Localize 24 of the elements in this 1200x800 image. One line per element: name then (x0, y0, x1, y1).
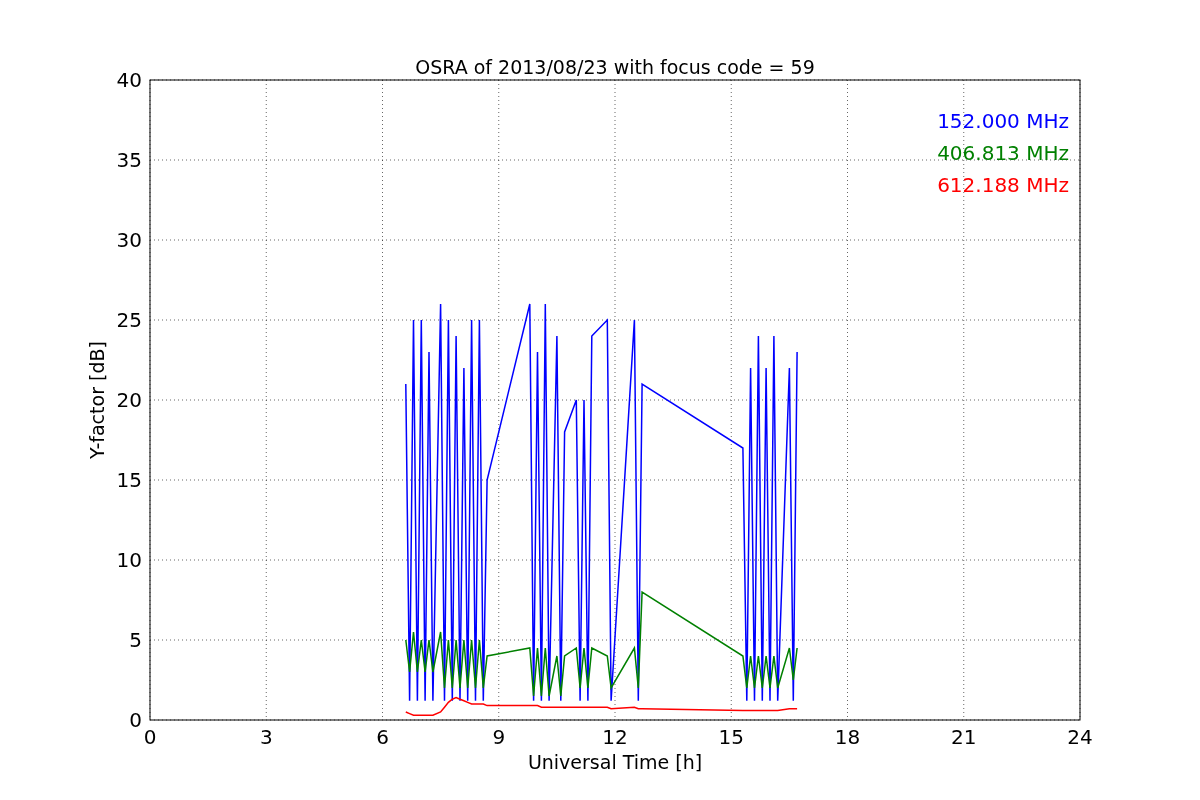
tick-label: 12 (602, 725, 628, 749)
tick-label: 18 (834, 725, 861, 749)
tick-label: 5 (129, 628, 142, 652)
axis-label: Y-factor [dB] (86, 341, 108, 459)
tick-label: 30 (116, 228, 142, 252)
tick-label: 21 (951, 725, 977, 749)
tick-label: 25 (116, 308, 142, 332)
tick-label: 15 (116, 468, 142, 492)
tick-label: 0 (129, 708, 142, 732)
tick-label: 6 (376, 725, 389, 749)
tick-label: 3 (259, 725, 273, 749)
tick-label: 9 (492, 725, 506, 749)
tick-label: 0 (143, 725, 157, 749)
tick-label: 40 (116, 68, 142, 92)
legend-label: 406.813 MHz (937, 141, 1069, 165)
tick-label: 24 (1067, 725, 1093, 749)
legend-label: 612.188 MHz (937, 173, 1069, 197)
tick-label: 35 (116, 148, 142, 172)
tick-label: 10 (116, 548, 142, 572)
tick-label: 15 (718, 725, 744, 749)
chart-title: OSRA of 2013/08/23 with focus code = 59 (415, 56, 815, 78)
axis-label: Universal Time [h] (527, 751, 703, 773)
tick-label: 20 (116, 388, 142, 412)
legend-label: 152.000 MHz (937, 109, 1069, 133)
